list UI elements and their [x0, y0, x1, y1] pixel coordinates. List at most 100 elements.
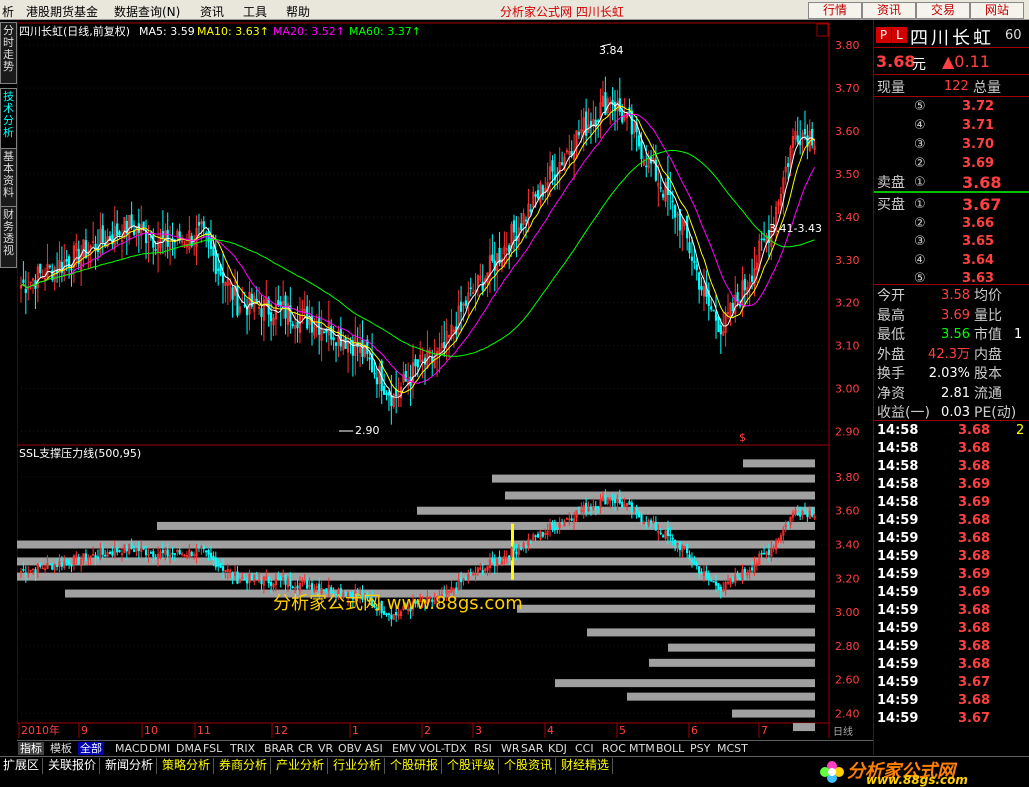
ssl-bar — [505, 491, 815, 500]
indicator-mcst[interactable]: MCST — [715, 742, 750, 755]
candle-body — [534, 194, 537, 197]
menu-item-tools[interactable]: 工具 — [243, 3, 267, 20]
bottom-tab[interactable]: 个股评级 — [444, 758, 500, 774]
indicator-cci[interactable]: CCI — [573, 742, 596, 755]
bottom-tab[interactable]: 新闻分析 — [102, 758, 158, 774]
bottom-tab[interactable]: 产业分析 — [273, 758, 329, 774]
candle-body — [640, 514, 643, 522]
candle-body — [674, 205, 677, 218]
tick-row: 14:59 3.68 — [877, 603, 991, 618]
indicator-fsl[interactable]: FSL — [201, 742, 224, 755]
candle-body — [645, 524, 648, 526]
candle-body — [743, 278, 746, 291]
candle-body — [330, 325, 333, 340]
indicator-boll[interactable]: BOLL — [654, 742, 686, 755]
bottom-tab[interactable]: 策略分析 — [159, 758, 215, 774]
info-button[interactable]: 资讯 — [862, 2, 916, 19]
indicator-macd[interactable]: MACD — [113, 742, 150, 755]
buy-level-row: ③ 3.65 — [914, 234, 995, 249]
candle-body — [414, 359, 417, 367]
bottom-tab[interactable]: 扩展区 — [0, 758, 44, 774]
candle-body — [556, 527, 559, 530]
tab-all[interactable]: 全部 — [78, 742, 104, 755]
indicator-vr[interactable]: VR — [316, 742, 335, 755]
sell-level-row: ③ 3.70 — [914, 137, 995, 152]
menu-item-data-query[interactable]: 数据查询(N) — [114, 3, 180, 20]
bottom-tab[interactable]: 关联报价 — [45, 758, 101, 774]
price-chart[interactable]: 3.80 3.70 3.60 3.50 3.40 3.30 3.20 3.10 3.00 2.90… — [17, 20, 873, 740]
candle-body — [267, 576, 270, 584]
candle-body — [767, 549, 771, 555]
menu-item-hk-futures[interactable]: 港股期货基金 — [26, 3, 98, 20]
trade-button[interactable]: 交易 — [916, 2, 970, 19]
menu-item-news[interactable]: 资讯 — [200, 3, 224, 20]
candle-body — [111, 551, 114, 556]
buy-level-row: 买盘 ① 3.67 — [877, 195, 1002, 214]
candle-body — [39, 562, 42, 567]
ssl-bar — [743, 459, 815, 468]
indicator-vol-tdx[interactable]: VOL-TDX — [417, 742, 469, 755]
candle-body — [787, 163, 790, 167]
candle-body — [212, 555, 215, 561]
candle-body — [84, 553, 88, 562]
candle-body — [799, 514, 802, 517]
buy-level-row: ② 3.66 — [914, 215, 995, 231]
indicator-dma[interactable]: DMA — [174, 742, 204, 755]
candle-body — [560, 162, 564, 165]
side-tab-financial[interactable]: 财务透视 — [0, 206, 17, 268]
y-tick-label: 3.20 — [835, 572, 860, 585]
candle-body — [469, 287, 472, 290]
menu-item-help[interactable]: 帮助 — [286, 3, 310, 20]
candle-body — [130, 543, 133, 549]
indicator-dmi[interactable]: DMI — [147, 742, 172, 755]
website-button[interactable]: 网站 — [970, 2, 1024, 19]
indicator-mtm[interactable]: MTM — [627, 742, 657, 755]
candle-body — [149, 552, 152, 554]
candle-body — [481, 569, 484, 574]
candle-body — [661, 535, 665, 538]
menu-item-analysis[interactable]: 析 — [2, 3, 14, 20]
y-tick-label: 3.10 — [835, 340, 860, 353]
indicator-brar[interactable]: BRAR — [262, 742, 296, 755]
candle-body — [613, 499, 617, 504]
indicator-asi[interactable]: ASI — [363, 742, 385, 755]
indicator-kdj[interactable]: KDJ — [546, 742, 569, 755]
quotes-button[interactable]: 行情 — [808, 2, 862, 19]
candle-body — [714, 311, 718, 321]
indicator-cr[interactable]: CR — [296, 742, 315, 755]
candle-body — [137, 546, 140, 551]
ssl-bar — [649, 658, 815, 667]
side-tab-intraday[interactable]: 分时走势 — [0, 22, 17, 84]
candle-body — [173, 553, 177, 555]
candle-body — [318, 583, 321, 592]
y-tick-label: 3.70 — [835, 82, 860, 95]
ssl-bar — [417, 506, 815, 515]
bottom-tab[interactable]: 券商分析 — [216, 758, 272, 774]
indicator-sar[interactable]: SAR — [519, 742, 545, 755]
bottom-tab[interactable]: 行业分析 — [330, 758, 386, 774]
indicator-trix[interactable]: TRIX — [228, 742, 257, 755]
candle-body — [332, 337, 335, 341]
indicator-emv[interactable]: EMV — [390, 742, 418, 755]
candle-body — [330, 587, 333, 594]
candle-body — [659, 532, 662, 535]
indicator-obv[interactable]: OBV — [336, 742, 363, 755]
candle-body — [618, 497, 621, 504]
candle-body — [738, 578, 742, 581]
bottom-tab[interactable]: 个股资讯 — [501, 758, 557, 774]
tick-row: 14:59 3.67 — [877, 711, 991, 726]
side-tab-profile[interactable]: 基本资料 — [0, 148, 17, 210]
indicator-psy[interactable]: PSY — [688, 742, 712, 755]
tab-templates[interactable]: 模板 — [48, 742, 74, 755]
candle-body — [368, 357, 371, 360]
tab-indicators[interactable]: 指标 — [18, 742, 44, 755]
bottom-tab[interactable]: 财经精选 — [558, 758, 614, 774]
bottom-tab[interactable]: 个股研报 — [387, 758, 443, 774]
side-tab-technical[interactable]: 技术分析 — [0, 88, 17, 150]
candle-body — [154, 249, 157, 251]
candle-body — [260, 580, 263, 585]
y-tick-label: 3.50 — [835, 168, 860, 181]
indicator-rsi[interactable]: RSI — [472, 742, 494, 755]
indicator-roc[interactable]: ROC — [600, 742, 628, 755]
tick-row: 14:59 3.68 — [877, 531, 991, 546]
